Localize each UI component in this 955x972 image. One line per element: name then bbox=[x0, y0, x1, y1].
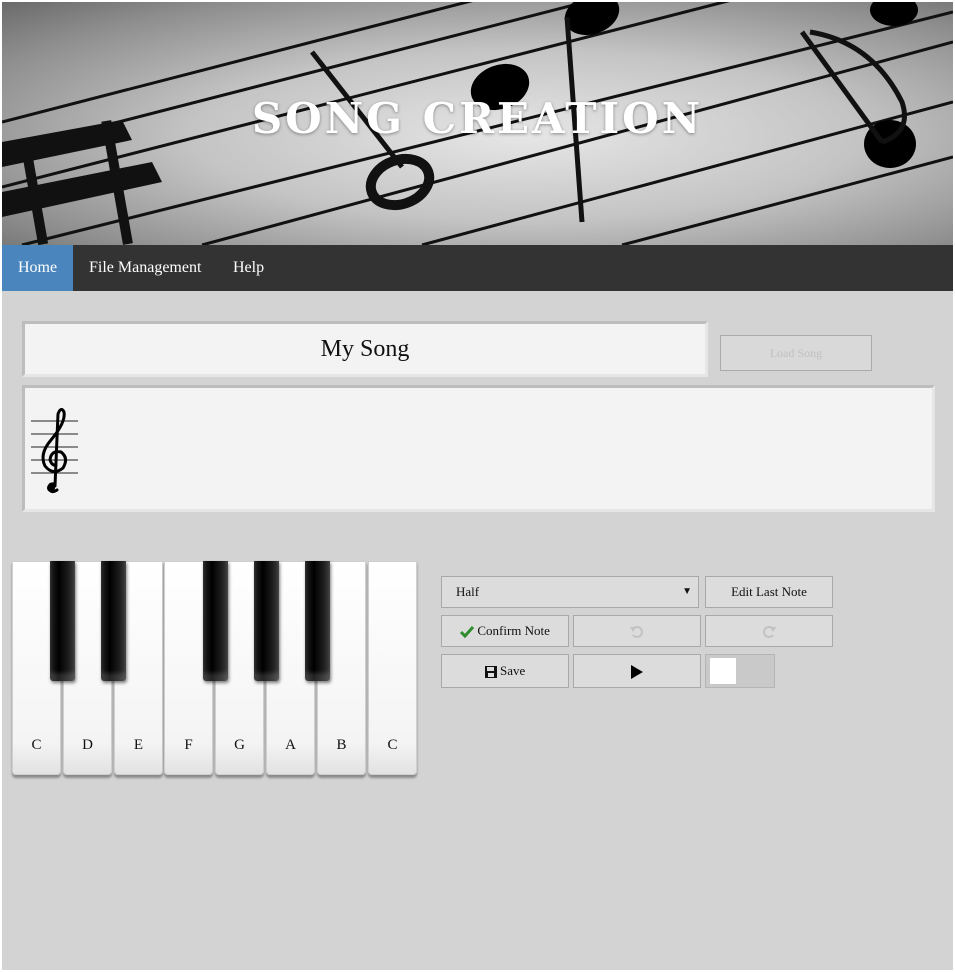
play-icon bbox=[631, 665, 643, 680]
dropdown-arrow-icon: ▼ bbox=[682, 586, 692, 597]
redo-button[interactable] bbox=[705, 615, 833, 647]
key-label: F bbox=[184, 737, 193, 753]
piano-keyboard: C D E F G A B C bbox=[12, 561, 418, 777]
piano-key-c-high[interactable]: C bbox=[368, 561, 417, 775]
save-button[interactable]: Save bbox=[441, 654, 569, 688]
key-label: G bbox=[234, 737, 245, 753]
redo-icon bbox=[763, 626, 776, 638]
app-frame: SONG CREATION Home File Management Help … bbox=[2, 2, 953, 970]
confirm-note-label: Confirm Note bbox=[477, 623, 550, 638]
nav-help[interactable]: Help bbox=[217, 245, 280, 291]
key-label: A bbox=[285, 737, 296, 753]
note-duration-value: Half bbox=[456, 584, 480, 599]
nav-home[interactable]: Home bbox=[2, 245, 74, 291]
check-icon bbox=[460, 626, 475, 639]
key-label: D bbox=[82, 737, 93, 753]
floppy-disk-icon bbox=[484, 666, 497, 679]
load-song-button[interactable]: Load Song bbox=[720, 335, 872, 371]
piano-key-c-sharp[interactable] bbox=[50, 561, 75, 681]
song-title-field[interactable]: My Song bbox=[22, 321, 708, 377]
key-label: C bbox=[387, 737, 398, 753]
key-label: C bbox=[31, 737, 42, 753]
toggle-knob bbox=[710, 658, 736, 684]
confirm-note-button[interactable]: Confirm Note bbox=[441, 615, 569, 647]
piano-key-f-sharp[interactable] bbox=[203, 561, 228, 681]
piano-key-g-sharp[interactable] bbox=[254, 561, 279, 681]
header-banner: SONG CREATION bbox=[2, 2, 953, 245]
play-button[interactable] bbox=[573, 654, 701, 688]
key-label: B bbox=[336, 737, 347, 753]
piano-key-d-sharp[interactable] bbox=[101, 561, 126, 681]
piano-key-a-sharp[interactable] bbox=[305, 561, 330, 681]
undo-icon bbox=[630, 626, 643, 638]
note-duration-select[interactable]: Half ▼ bbox=[441, 576, 699, 608]
edit-last-note-button[interactable]: Edit Last Note bbox=[705, 576, 833, 608]
key-label: E bbox=[133, 737, 144, 753]
save-label: Save bbox=[499, 663, 526, 678]
nav-file-management[interactable]: File Management bbox=[73, 245, 217, 291]
nav-bar: Home File Management Help bbox=[2, 245, 953, 291]
toggle-switch[interactable] bbox=[705, 654, 775, 688]
treble-clef-icon bbox=[31, 407, 78, 494]
page-title: SONG CREATION bbox=[251, 94, 704, 143]
music-staff bbox=[22, 385, 935, 512]
undo-button[interactable] bbox=[573, 615, 701, 647]
